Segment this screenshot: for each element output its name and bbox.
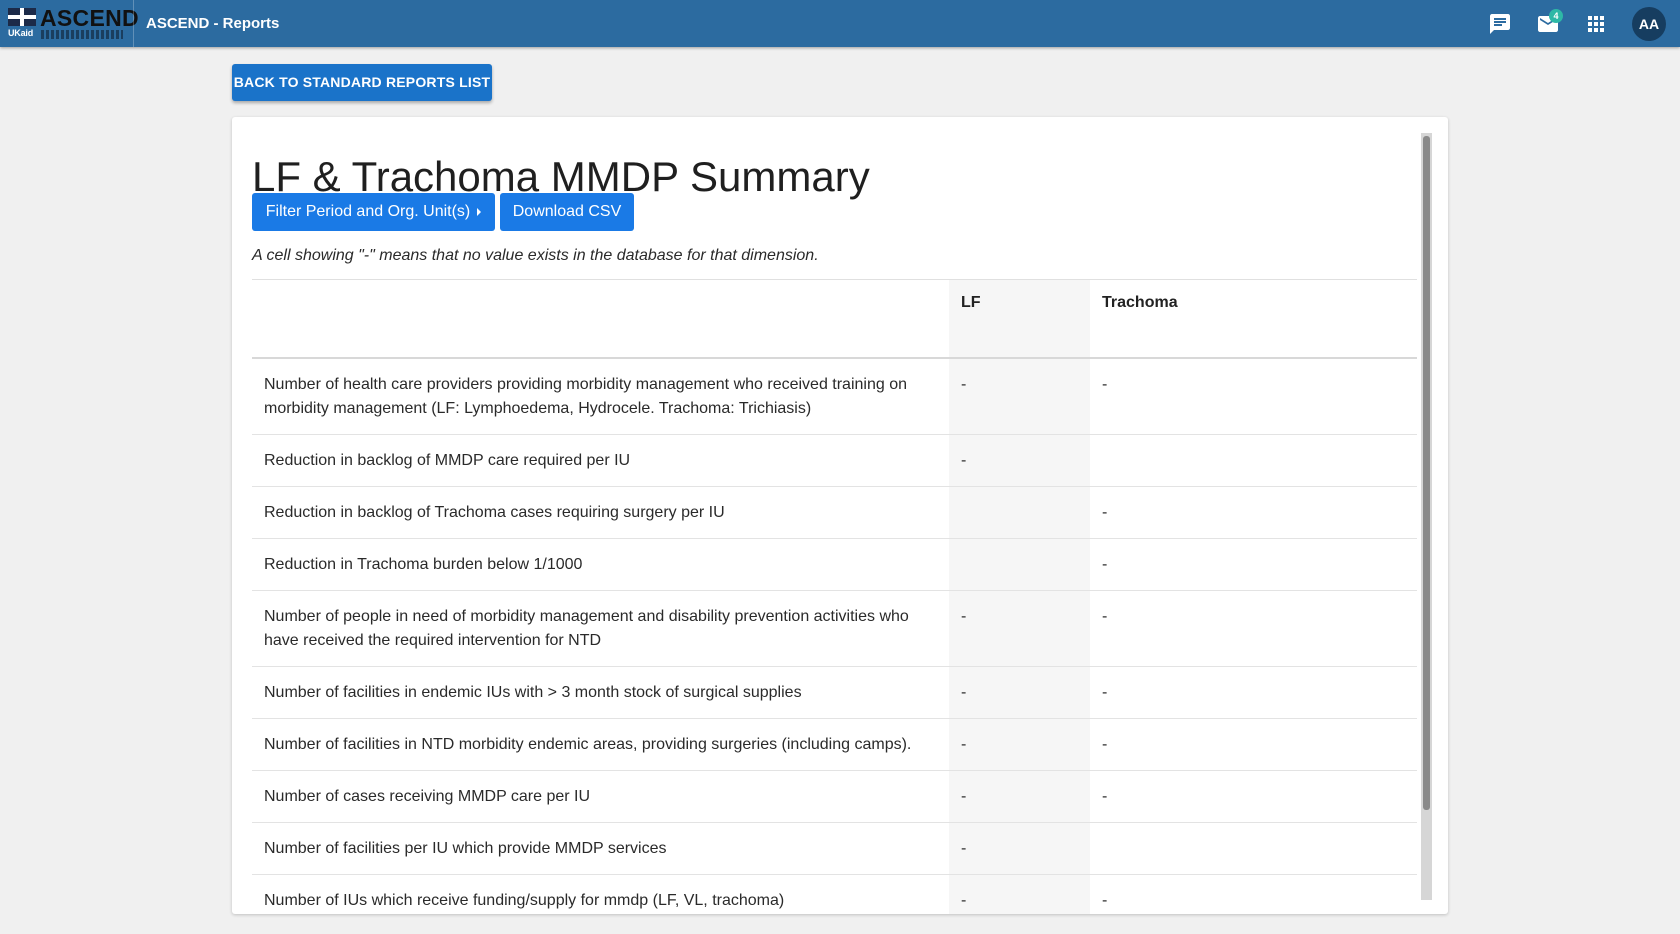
indicator-cell: Number of IUs which receive funding/supp… [264, 891, 785, 909]
user-avatar[interactable]: AA [1632, 7, 1666, 41]
lf-value-cell: - [949, 666, 1090, 718]
uk-flag-icon [8, 8, 36, 26]
trachoma-value-cell: - [1102, 891, 1108, 909]
table-row: Number of health care providers providin… [252, 357, 1417, 434]
logo-tagline [41, 30, 123, 39]
mail-badge: 4 [1549, 9, 1563, 23]
filter-button-label: Filter Period and Org. Unit(s) [265, 203, 471, 220]
trachoma-value-cell [1090, 822, 1417, 874]
scrollbar-thumb[interactable] [1423, 136, 1430, 810]
indicator-cell: Number of facilities in NTD morbidity en… [264, 735, 912, 753]
indicator-cell: Number of health care providers providin… [264, 375, 907, 417]
trachoma-value-cell [1090, 434, 1417, 486]
column-header-trachoma: Trachoma [1102, 294, 1178, 311]
indicator-cell: Number of facilities per IU which provid… [264, 839, 667, 857]
trachoma-value-cell: - [1102, 683, 1108, 701]
ukaid-logo-text: UKaid [8, 28, 34, 38]
column-header-lf: LF [949, 279, 1090, 358]
indicator-cell: Reduction in backlog of MMDP care requir… [264, 451, 631, 469]
chat-icon[interactable] [1488, 12, 1512, 36]
lf-value-cell [949, 486, 1090, 538]
table-row: Reduction in backlog of Trachoma cases r… [252, 486, 1417, 538]
trachoma-value-cell: - [1102, 787, 1108, 805]
lf-value-cell: - [949, 874, 1090, 914]
table-row: Number of cases receiving MMDP care per … [252, 770, 1417, 822]
indicator-cell: Reduction in backlog of Trachoma cases r… [264, 503, 725, 521]
lf-value-cell: - [949, 770, 1090, 822]
summary-table: LF Trachoma Number of health care provid… [252, 279, 1417, 914]
lf-value-cell: - [949, 822, 1090, 874]
report-card: LF & Trachoma MMDP Summary Filter Period… [232, 117, 1448, 914]
trachoma-value-cell: - [1102, 503, 1108, 521]
table-note: A cell showing "-" means that no value e… [252, 247, 819, 264]
lf-value-cell: - [949, 718, 1090, 770]
app-bar: UKaid ASCEND ASCEND - Reports 4 AA [0, 0, 1680, 47]
report-content: LF & Trachoma MMDP Summary Filter Period… [252, 133, 1417, 914]
filter-period-button[interactable]: Filter Period and Org. Unit(s) [252, 193, 495, 231]
lf-value-cell: - [949, 434, 1090, 486]
lf-value-cell [949, 538, 1090, 590]
indicator-cell: Number of cases receiving MMDP care per … [264, 787, 591, 805]
download-csv-button[interactable]: Download CSV [500, 193, 634, 231]
trachoma-value-cell: - [1102, 735, 1108, 753]
ascend-logo-text: ASCEND [40, 5, 139, 31]
appbar-divider [133, 0, 134, 47]
table-header-row: LF Trachoma [252, 279, 1417, 358]
lf-value-cell: - [949, 357, 1090, 434]
column-header-indicator [252, 280, 949, 358]
trachoma-value-cell: - [1102, 555, 1108, 573]
table-row: Reduction in backlog of MMDP care requir… [252, 434, 1417, 486]
back-to-reports-button[interactable]: BACK TO STANDARD REPORTS LIST [232, 64, 492, 101]
indicator-cell: Reduction in Trachoma burden below 1/100… [264, 555, 583, 573]
apps-grid-icon[interactable] [1584, 12, 1608, 36]
table-row: Number of facilities in endemic IUs with… [252, 666, 1417, 718]
table-row: Reduction in Trachoma burden below 1/100… [252, 538, 1417, 590]
trachoma-value-cell: - [1102, 607, 1108, 625]
trachoma-value-cell: - [1102, 375, 1108, 393]
table-row: Number of facilities per IU which provid… [252, 822, 1417, 874]
ascend-logo[interactable]: UKaid ASCEND [8, 6, 139, 42]
indicator-cell: Number of people in need of morbidity ma… [264, 607, 909, 649]
table-row: Number of facilities in NTD morbidity en… [252, 718, 1417, 770]
lf-value-cell: - [949, 590, 1090, 666]
table-row: Number of IUs which receive funding/supp… [252, 874, 1417, 914]
app-title: ASCEND - Reports [146, 15, 280, 32]
table-row: Number of people in need of morbidity ma… [252, 590, 1417, 666]
indicator-cell: Number of facilities in endemic IUs with… [264, 683, 802, 701]
caret-right-icon [477, 207, 482, 216]
